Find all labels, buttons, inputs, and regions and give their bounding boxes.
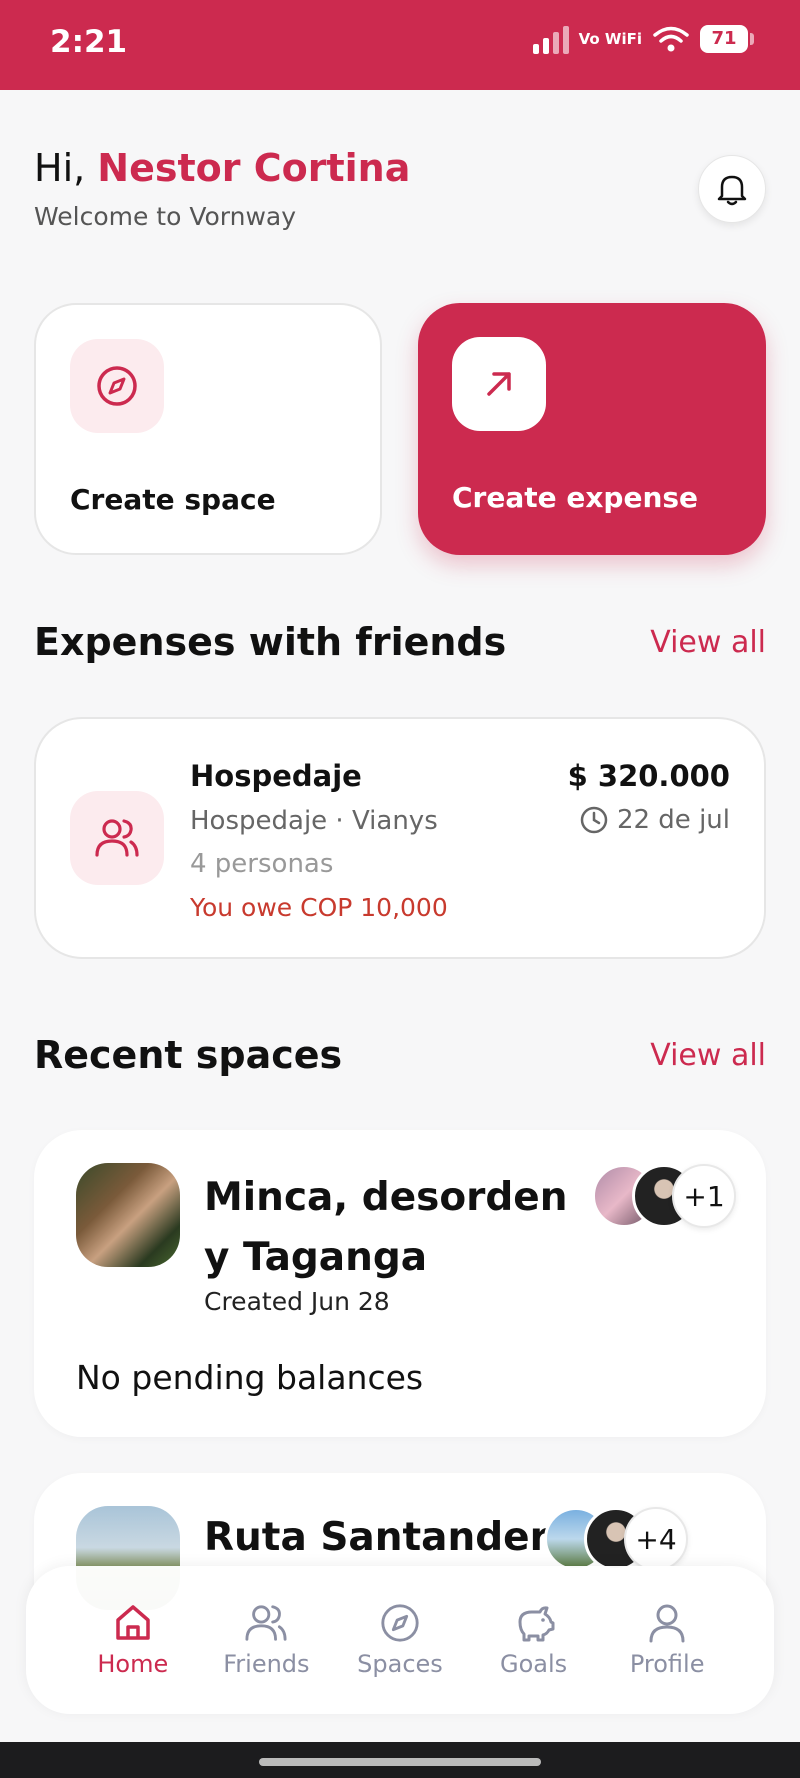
gesture-bar bbox=[0, 1742, 800, 1778]
member-avatars: +1 bbox=[592, 1164, 736, 1228]
home-icon bbox=[116, 1605, 150, 1640]
expense-card[interactable]: Hospedaje Hospedaje · Vianys 4 personas … bbox=[34, 717, 766, 959]
friends-icon bbox=[95, 819, 139, 857]
battery-icon: 71 bbox=[700, 25, 754, 53]
space-created: Created Jun 28 bbox=[204, 1287, 390, 1316]
expense-date: 22 de jul bbox=[579, 805, 730, 835]
member-avatars: +4 bbox=[544, 1507, 688, 1571]
vowifi-label: Vo WiFi bbox=[578, 29, 642, 48]
wifi-icon bbox=[653, 26, 689, 52]
expense-amount: $ 320.000 bbox=[567, 759, 730, 793]
space-title: Ruta Santander bbox=[204, 1515, 549, 1560]
bell-icon bbox=[717, 175, 747, 206]
expense-owe: You owe COP 10,000 bbox=[190, 893, 448, 922]
space-title: Minca, desorden y Taganga bbox=[204, 1175, 568, 1280]
greeting-prefix: Hi, bbox=[34, 146, 98, 190]
create-space-label: Create space bbox=[70, 483, 276, 516]
signal-icon bbox=[532, 24, 569, 54]
create-expense-label: Create expense bbox=[452, 481, 699, 514]
expense-title: Hospedaje bbox=[190, 759, 362, 793]
space-card[interactable]: Minca, desorden y Taganga Created Jun 28… bbox=[34, 1130, 766, 1437]
nav-home[interactable]: Home bbox=[73, 1602, 193, 1678]
status-time: 2:21 bbox=[50, 24, 128, 60]
nav-profile-label: Profile bbox=[629, 1650, 705, 1678]
expense-people: 4 personas bbox=[190, 849, 334, 879]
compass-icon bbox=[381, 1604, 419, 1642]
piggy-bank-icon bbox=[518, 1606, 555, 1642]
space-thumbnail bbox=[76, 1163, 180, 1267]
nav-spaces[interactable]: Spaces bbox=[340, 1602, 460, 1678]
welcome-text: Welcome to Vornway bbox=[34, 202, 297, 231]
greeting: Hi, Nestor Cortina bbox=[34, 146, 410, 190]
nav-goals[interactable]: Goals bbox=[474, 1602, 594, 1678]
profile-icon bbox=[649, 1604, 685, 1643]
home-indicator[interactable] bbox=[259, 1758, 541, 1766]
expense-subtitle: Hospedaje · Vianys bbox=[190, 806, 438, 836]
more-members-badge: +1 bbox=[672, 1164, 736, 1228]
expense-icon-tile bbox=[70, 791, 164, 885]
nav-profile[interactable]: Profile bbox=[607, 1602, 727, 1678]
nav-goals-label: Goals bbox=[499, 1650, 568, 1678]
space-balance-status: No pending balances bbox=[76, 1358, 424, 1397]
compass-icon bbox=[97, 366, 137, 406]
status-bar: 2:21 Vo WiFi 71 bbox=[0, 0, 800, 90]
create-space-button[interactable]: Create space bbox=[34, 303, 382, 555]
expense-date-text: 22 de jul bbox=[616, 805, 730, 835]
clock-icon bbox=[580, 806, 608, 834]
spaces-view-all-link[interactable]: View all bbox=[650, 1038, 766, 1073]
more-members-badge: +4 bbox=[624, 1507, 688, 1571]
bottom-navigation: Home Friends Spaces Goals Profile bbox=[26, 1566, 774, 1714]
spaces-section-title: Recent spaces bbox=[34, 1033, 343, 1077]
create-expense-button[interactable]: Create expense bbox=[418, 303, 766, 555]
friends-icon bbox=[245, 1605, 287, 1641]
user-name: Nestor Cortina bbox=[97, 146, 411, 190]
nav-home-label: Home bbox=[97, 1650, 169, 1678]
nav-friends[interactable]: Friends bbox=[206, 1602, 326, 1678]
create-space-icon-tile bbox=[70, 339, 164, 433]
status-icons: Vo WiFi 71 bbox=[532, 24, 754, 54]
expenses-section-title: Expenses with friends bbox=[34, 620, 507, 664]
nav-friends-label: Friends bbox=[223, 1650, 310, 1678]
nav-spaces-label: Spaces bbox=[357, 1650, 443, 1678]
expenses-view-all-link[interactable]: View all bbox=[650, 625, 766, 660]
arrow-up-right-icon bbox=[487, 372, 511, 396]
create-expense-icon-tile bbox=[452, 337, 546, 431]
notifications-button[interactable] bbox=[698, 155, 766, 223]
